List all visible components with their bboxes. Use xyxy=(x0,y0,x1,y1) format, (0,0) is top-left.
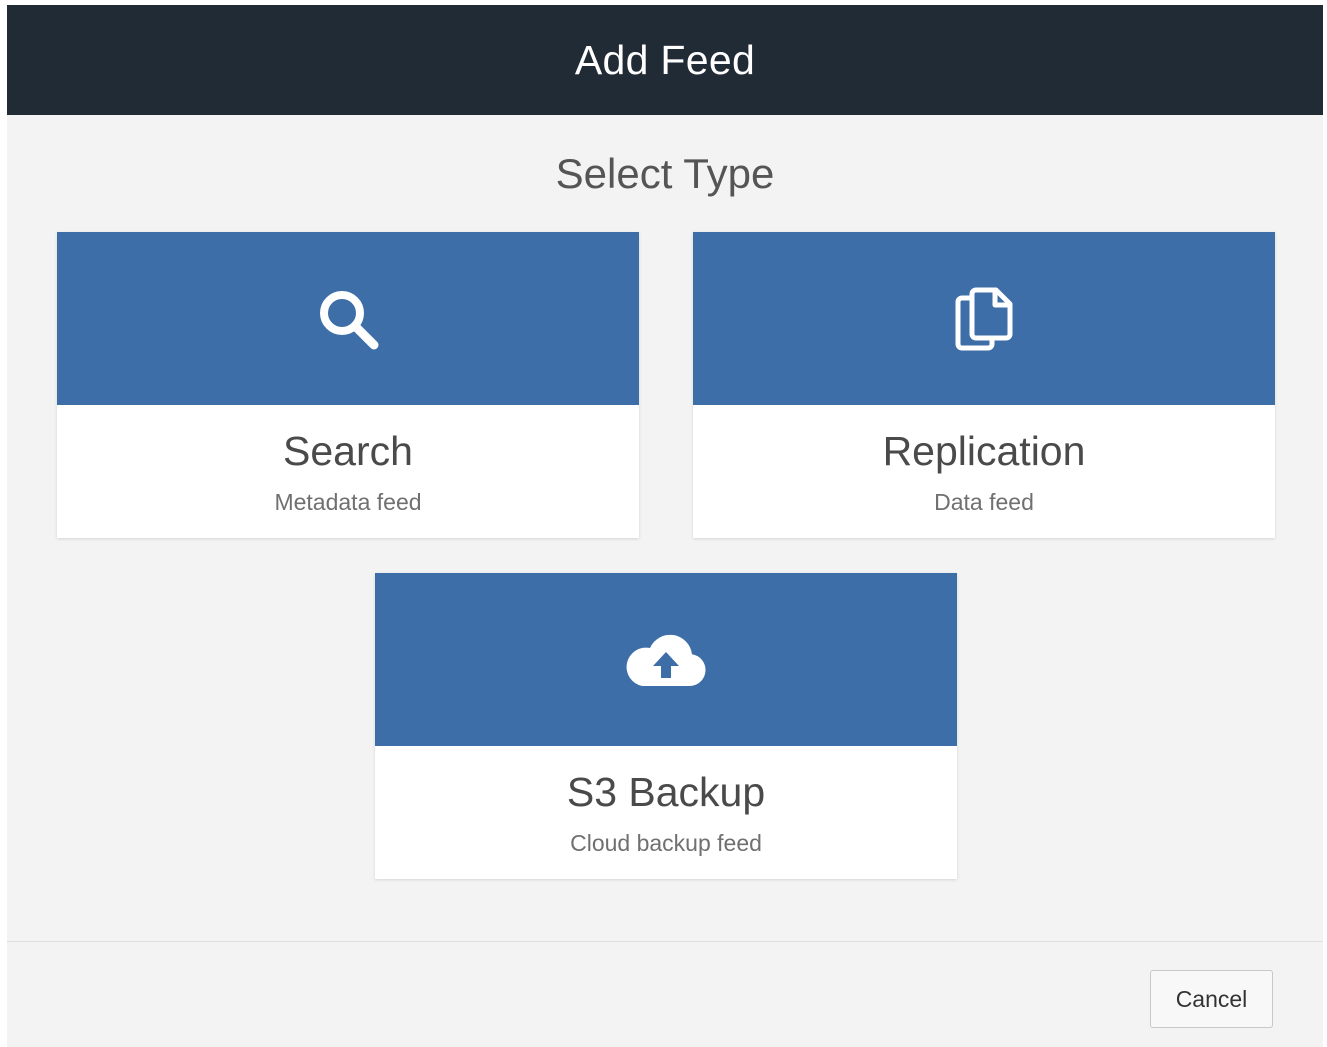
s3-backup-card-description: Cloud backup feed xyxy=(570,830,762,856)
select-type-heading: Select Type xyxy=(555,150,775,197)
s3-backup-card-title: S3 Backup xyxy=(566,769,766,815)
replication-card-banner xyxy=(693,232,1275,405)
cloud-upload-icon xyxy=(624,630,708,690)
s3-backup-card-banner xyxy=(375,573,957,746)
search-icon xyxy=(315,286,381,352)
replication-feed-card[interactable]: Replication Data feed xyxy=(693,232,1275,538)
dialog-header: Add Feed xyxy=(7,5,1323,115)
search-feed-card[interactable]: Search Metadata feed xyxy=(57,232,639,538)
s3-backup-feed-card[interactable]: S3 Backup Cloud backup feed xyxy=(375,573,957,879)
replication-card-title: Replication xyxy=(882,428,1086,474)
search-card-banner xyxy=(57,232,639,405)
replication-card-description: Data feed xyxy=(934,489,1034,515)
cancel-button[interactable]: Cancel xyxy=(1150,970,1273,1028)
copy-files-icon xyxy=(954,286,1014,352)
dialog-title: Add Feed xyxy=(574,36,756,83)
footer-divider xyxy=(7,941,1323,942)
add-feed-dialog: Add Feed Select Type Search Metadata fee… xyxy=(7,5,1323,1047)
search-card-title: Search xyxy=(283,428,413,474)
search-card-description: Metadata feed xyxy=(274,489,422,515)
